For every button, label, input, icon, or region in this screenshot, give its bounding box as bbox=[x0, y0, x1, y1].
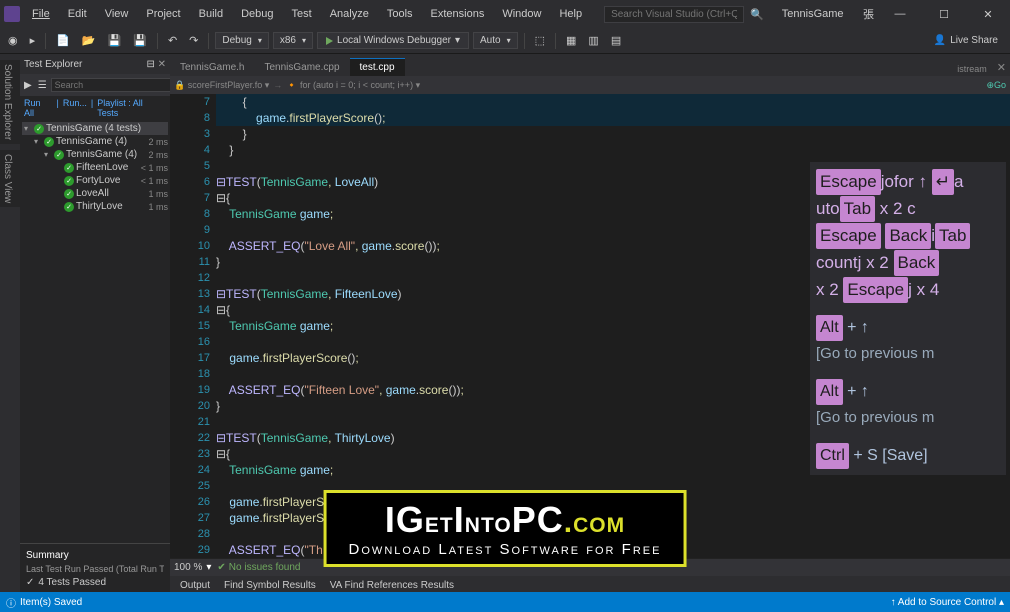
zoom-level[interactable]: 100 % bbox=[170, 562, 206, 573]
test-tree-node[interactable]: ▾✓TennisGame (4 tests) bbox=[22, 122, 168, 135]
test-tree[interactable]: ▾✓TennisGame (4 tests)▾✓TennisGame (4)2 … bbox=[20, 120, 170, 543]
menu-edit[interactable]: Edit bbox=[62, 5, 93, 23]
ready-icon: ⓘ bbox=[6, 595, 16, 610]
misc-button-1[interactable]: ▦ bbox=[562, 32, 580, 49]
save-all-button[interactable]: 💾 bbox=[129, 32, 151, 49]
run-tests-icon[interactable]: ▶ bbox=[22, 78, 34, 93]
group-icon[interactable]: ☰ bbox=[36, 78, 49, 93]
test-tree-node[interactable]: ✓FifteenLove< 1 ms bbox=[22, 161, 168, 174]
bottom-tab-va-find[interactable]: VA Find References Results bbox=[324, 578, 460, 593]
summary-result: 4 Tests Passed bbox=[38, 577, 106, 588]
test-tree-node[interactable]: ✓ThirtyLove1 ms bbox=[22, 200, 168, 213]
pass-icon: ✓ bbox=[26, 577, 34, 588]
save-button[interactable]: 💾 bbox=[104, 32, 126, 49]
source-control-button[interactable]: ↑ Add to Source Control ▴ bbox=[891, 597, 1004, 608]
issues-text: No issues found bbox=[229, 562, 301, 573]
scope-dropdown[interactable]: 🔒 scoreFirstPlayer.fo ▾ bbox=[174, 80, 269, 91]
editor-tab[interactable]: TennisGame.cpp bbox=[254, 58, 349, 76]
menu-build[interactable]: Build bbox=[193, 5, 229, 23]
watermark-title: IGetIntoPC.com bbox=[349, 499, 662, 541]
panel-close-icon[interactable]: ✕ bbox=[158, 59, 166, 70]
maximize-button[interactable]: ☐ bbox=[926, 2, 962, 26]
menu-project[interactable]: Project bbox=[140, 5, 186, 23]
menu-window[interactable]: Window bbox=[496, 5, 547, 23]
step-button[interactable]: ⬚ bbox=[531, 32, 549, 49]
member-dropdown[interactable]: 🔸 for (auto i = 0; i < count; i++) ▾ bbox=[286, 80, 420, 91]
redo-button[interactable]: ↷ bbox=[185, 32, 202, 49]
open-button[interactable]: 📂 bbox=[78, 32, 100, 49]
app-title: TennisGame bbox=[782, 8, 844, 20]
auto-dropdown[interactable]: Auto bbox=[473, 32, 518, 49]
watermark-overlay: IGetIntoPC.com Download Latest Software … bbox=[324, 490, 687, 567]
menu-file[interactable]: File bbox=[26, 5, 56, 23]
editor-tab[interactable]: test.cpp bbox=[350, 58, 405, 76]
vs-logo-icon bbox=[4, 6, 20, 22]
bottom-tab-find-symbol[interactable]: Find Symbol Results bbox=[218, 578, 322, 593]
menu-test[interactable]: Test bbox=[286, 5, 318, 23]
side-tab-class-view[interactable]: Class View bbox=[0, 150, 20, 207]
statusbar: ⓘ Item(s) Saved ↑ Add to Source Control ▴ bbox=[0, 592, 1010, 612]
undo-button[interactable]: ↶ bbox=[164, 32, 181, 49]
menu-analyze[interactable]: Analyze bbox=[324, 5, 375, 23]
close-doc-icon[interactable]: ✕ bbox=[993, 59, 1010, 76]
test-tree-node[interactable]: ✓LoveAll1 ms bbox=[22, 187, 168, 200]
misc-button-2[interactable]: ▥ bbox=[584, 32, 602, 49]
playlist-link[interactable]: Playlist : All Tests bbox=[97, 98, 166, 118]
summary-title: Summary bbox=[26, 550, 164, 561]
breadcrumb[interactable]: 🔒 scoreFirstPlayer.fo ▾ → 🔸 for (auto i … bbox=[170, 76, 1010, 94]
liveshare-button[interactable]: 👤 Live Share bbox=[934, 35, 1006, 46]
search-icon[interactable]: 🔍 bbox=[750, 8, 764, 21]
summary-subtitle: Last Test Run Passed (Total Run Time 0 bbox=[26, 564, 164, 574]
test-explorer-panel: Test Explorer ⊟ ✕ ▶ ☰ 🔍 Run All | Run...… bbox=[20, 54, 170, 594]
keypress-overlay: Escapejofor ↑ ↵a utoTab x 2 c Escape Bac… bbox=[810, 162, 1006, 475]
play-icon bbox=[326, 37, 333, 45]
close-button[interactable]: ✕ bbox=[970, 2, 1006, 26]
start-debug-button[interactable]: Local Windows Debugger ▾ bbox=[317, 32, 469, 49]
menu-help[interactable]: Help bbox=[553, 5, 588, 23]
left-side-tabs: Solution Explorer Class View bbox=[0, 54, 20, 594]
menu-view[interactable]: View bbox=[99, 5, 135, 23]
nav-back-button[interactable]: ◉ bbox=[4, 32, 22, 49]
editor-tab[interactable]: TennisGame.h bbox=[170, 58, 254, 76]
status-text: Item(s) Saved bbox=[20, 597, 82, 608]
minimize-button[interactable]: — bbox=[882, 2, 918, 26]
test-summary: Summary Last Test Run Passed (Total Run … bbox=[20, 543, 170, 594]
nav-fwd-button[interactable]: ▸ bbox=[26, 32, 40, 49]
menu-tools[interactable]: Tools bbox=[381, 5, 419, 23]
run-link[interactable]: Run... bbox=[63, 98, 87, 118]
menu-debug[interactable]: Debug bbox=[235, 5, 279, 23]
test-explorer-title: Test Explorer bbox=[24, 59, 82, 70]
test-tree-node[interactable]: ✓FortyLove< 1 ms bbox=[22, 174, 168, 187]
test-search-input[interactable] bbox=[51, 78, 176, 92]
bottom-tab-output[interactable]: Output bbox=[174, 578, 216, 593]
misc-button-3[interactable]: ▤ bbox=[607, 32, 625, 49]
toolbar: ◉ ▸ 📄 📂 💾 💾 ↶ ↷ Debug x86 Local Windows … bbox=[0, 28, 1010, 54]
platform-dropdown[interactable]: x86 bbox=[273, 32, 313, 49]
side-tab-solution-explorer[interactable]: Solution Explorer bbox=[0, 60, 20, 144]
check-icon: ✔ bbox=[217, 562, 225, 573]
titlebar: File Edit View Project Build Debug Test … bbox=[0, 0, 1010, 28]
pin-icon[interactable]: ⊟ bbox=[146, 59, 154, 70]
run-all-link[interactable]: Run All bbox=[24, 98, 53, 118]
right-doc-label[interactable]: istream bbox=[951, 62, 993, 76]
search-input[interactable] bbox=[604, 6, 744, 23]
test-tree-node[interactable]: ▾✓TennisGame (4)2 ms bbox=[22, 135, 168, 148]
config-dropdown[interactable]: Debug bbox=[215, 32, 268, 49]
editor-tabs: TennisGame.hTennisGame.cpptest.cpp istre… bbox=[170, 54, 1010, 76]
menu-extensions[interactable]: Extensions bbox=[425, 5, 491, 23]
user-badge[interactable]: 張 bbox=[863, 6, 874, 22]
test-tree-node[interactable]: ▾✓TennisGame (4)2 ms bbox=[22, 148, 168, 161]
watermark-subtitle: Download Latest Software for Free bbox=[349, 541, 662, 558]
new-button[interactable]: 📄 bbox=[52, 32, 74, 49]
